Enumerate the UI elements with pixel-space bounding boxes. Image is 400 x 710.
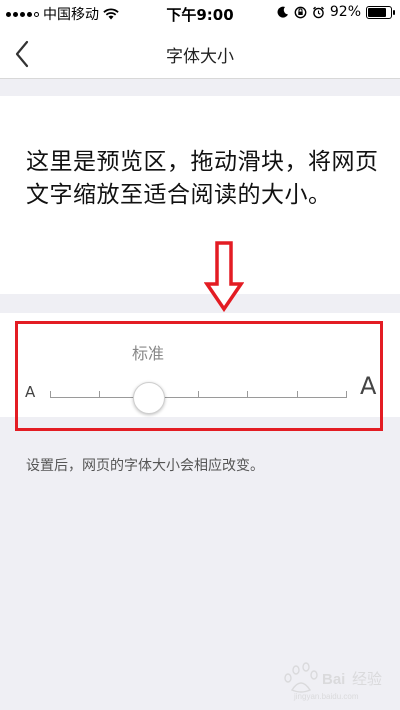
slider-tick [247,391,248,398]
preview-area: 这里是预览区，拖动滑块，将网页文字缩放至适合阅读的大小。 [0,96,400,294]
svg-text:jingyan.baidu.com: jingyan.baidu.com [293,692,359,701]
slider-current-label: 标准 [131,344,164,363]
nav-bar: 字体大小 [0,28,400,79]
slider-tick [346,391,347,398]
svg-text:Bai: Bai [322,671,345,688]
preview-text: 这里是预览区，拖动滑块，将网页文字缩放至适合阅读的大小。 [26,149,379,208]
down-arrow-annotation-icon [204,241,244,312]
alarm-icon [312,6,324,18]
rotation-lock-icon [294,6,307,18]
settings-hint-text: 设置后，网页的字体大小会相应改变。 [26,458,264,474]
slider-max-label: A [360,372,377,400]
battery-fill [368,7,386,17]
svg-text:经验: 经验 [352,670,382,688]
highlight-box-annotation [15,321,383,431]
slider-tick [50,391,51,398]
slider-tick [99,391,100,398]
page-title: 字体大小 [166,47,234,67]
status-right: 92% [277,4,395,20]
status-bar: 中国移动 下午9:00 92% [0,0,400,28]
slider-tick [198,391,199,398]
battery-percent: 92% [329,4,361,20]
font-size-slider-thumb[interactable] [133,382,165,414]
moon-icon [277,6,288,18]
baidu-jingyan-watermark: Bai 经验 jingyan.baidu.com [284,662,382,701]
battery-icon [366,5,395,19]
slider-tick [297,391,298,398]
slider-min-label: A [25,383,36,401]
